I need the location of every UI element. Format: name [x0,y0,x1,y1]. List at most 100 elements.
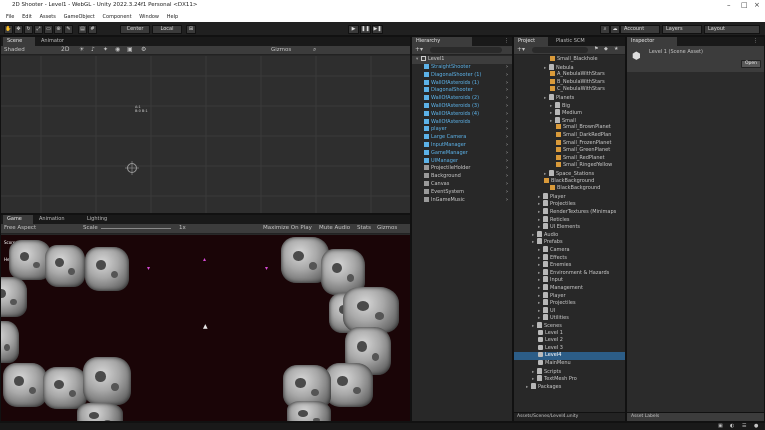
audio-toggle-icon[interactable]: ♪ [91,46,95,53]
hidden-objects-icon[interactable]: ◉ [115,46,120,53]
rotate-tool-icon[interactable]: ↻ [24,25,33,34]
layers-dropdown[interactable]: Layers [662,25,702,34]
minimize-icon[interactable]: – [727,1,731,9]
progress-icon[interactable]: ▣ [718,423,723,429]
stats-toggle[interactable]: Stats [357,225,371,231]
chevron-right-icon[interactable]: › [506,142,508,150]
grid-snap-icon[interactable]: # [88,25,97,34]
chevron-right-icon[interactable]: › [506,189,508,197]
menu-edit[interactable]: Edit [22,12,32,22]
hierarchy-item[interactable]: DiagonalShooter (1) › [412,71,512,80]
game-gizmos-toggle[interactable]: Gizmos [377,225,397,231]
snap-icon[interactable]: ⊞ [186,25,196,34]
chevron-right-icon[interactable]: › [506,95,508,103]
game-viewport[interactable]: Score Health ▾ ▴ ▾ ▲ [1,235,410,421]
tab-project[interactable]: Project [514,37,548,46]
scene-tools-icon[interactable]: ⚙ [141,46,146,53]
notification-icon[interactable]: ● [754,423,758,429]
menu-help[interactable]: Help [167,12,178,22]
tab-plastic-scm[interactable]: Plastic SCM [552,37,612,46]
hierarchy-item[interactable]: player › [412,126,512,134]
tab-game[interactable]: Game [3,215,33,224]
chevron-right-icon[interactable]: › [506,150,508,158]
scene-canvas[interactable] [1,56,410,213]
custom-tool-icon[interactable]: ✎ [64,25,73,34]
create-add-icon[interactable]: +▾ [415,46,423,53]
aspect-dropdown[interactable]: Free Aspect [4,225,36,231]
hierarchy-item[interactable]: Canvas › [412,181,512,189]
chevron-right-icon[interactable]: › [506,64,508,72]
scale-tool-icon[interactable]: ⤢ [34,25,43,34]
chevron-right-icon[interactable]: › [506,197,508,205]
hierarchy-item[interactable]: WallOfAsteroids (2) › [412,95,512,103]
cloud-icon[interactable]: ☁ [610,25,620,34]
hierarchy-item[interactable]: WallOfAsteroids (3) › [412,103,512,111]
hierarchy-item[interactable]: WallOfAsteroids (1) › [412,79,512,88]
menu-component[interactable]: Component [103,12,132,22]
project-folder[interactable]: ▸ Packages [514,382,625,391]
hierarchy-item[interactable]: InGameMusic › [412,196,512,205]
label-icon[interactable]: ◆ [604,46,608,52]
hierarchy-root[interactable]: ▾ Level1 [412,56,512,64]
chevron-right-icon[interactable]: › [506,158,508,166]
hierarchy-search-input[interactable] [430,47,502,53]
move-tool-icon[interactable]: ✥ [14,25,23,34]
inspector-menu-icon[interactable]: ⋮ [753,38,758,44]
rect-tool-icon[interactable]: ▭ [44,25,53,34]
tab-hierarchy[interactable]: Hierarchy [412,37,472,46]
editor-tool-icon[interactable]: ▤ [78,25,87,34]
hierarchy-item[interactable]: Large Camera › [412,134,512,142]
chevron-right-icon[interactable]: › [506,72,508,80]
effects-toggle-icon[interactable]: ✦ [103,46,108,53]
search-icon[interactable]: ⌕ [600,25,610,34]
transform-tool-icon[interactable]: ⊕ [54,25,63,34]
pivot-center-toggle[interactable]: Center [120,25,150,34]
close-icon[interactable]: × [754,1,760,9]
pivot-local-toggle[interactable]: Local [152,25,182,34]
scene-search-icon[interactable]: ⌕ [313,46,316,54]
hierarchy-item[interactable]: UIManager › [412,157,512,166]
chevron-right-icon[interactable]: › [506,119,508,127]
chevron-right-icon[interactable]: › [506,181,508,189]
tab-animation[interactable]: Animation [35,215,81,224]
2d-toggle-icon[interactable]: 2D [61,46,69,53]
collab-icon[interactable]: ◐ [730,423,734,429]
scene-camera-icon[interactable]: ▣ [127,46,133,53]
chevron-right-icon[interactable]: › [506,165,508,173]
lighting-toggle-icon[interactable]: ☀ [79,46,84,53]
hierarchy-item[interactable]: EventSystem › [412,188,512,197]
maximize-icon[interactable]: □ [741,1,748,9]
tab-lighting[interactable]: Lighting [83,215,123,224]
console-icon[interactable]: ☰ [742,423,746,429]
chevron-right-icon[interactable]: › [506,134,508,142]
scale-slider[interactable] [101,228,171,229]
hierarchy-item[interactable]: WallOfAsteroids › [412,118,512,127]
hierarchy-item[interactable]: DiagonalShooter › [412,87,512,95]
chevron-right-icon[interactable]: › [506,126,508,134]
chevron-right-icon[interactable]: › [506,87,508,95]
hierarchy-menu-icon[interactable]: ⋮ [504,38,509,44]
tab-scene[interactable]: Scene [3,37,35,46]
favorite-icon[interactable]: ★ [614,46,618,52]
chevron-right-icon[interactable]: › [506,103,508,111]
hierarchy-item[interactable]: GameManager › [412,149,512,158]
hierarchy-item[interactable]: Background › [412,173,512,181]
chevron-right-icon[interactable]: › [506,111,508,119]
step-button[interactable]: ▶❚ [372,25,383,34]
menu-assets[interactable]: Assets [40,12,56,22]
mute-audio-toggle[interactable]: Mute Audio [319,225,350,231]
hierarchy-item[interactable]: WallOfAsteroids (4) › [412,110,512,119]
pause-button[interactable]: ❚❚ [360,25,371,34]
hand-tool-icon[interactable]: ✋ [4,25,13,34]
hierarchy-item[interactable]: InputManager › [412,142,512,150]
project-search-input[interactable] [532,47,588,53]
hierarchy-item[interactable]: StraightShooter › [412,64,512,72]
chevron-right-icon[interactable]: › [506,80,508,88]
layout-dropdown[interactable]: Layout [704,25,760,34]
shading-mode-dropdown[interactable]: Shaded [4,47,25,53]
hierarchy-item[interactable]: ProjectileHolder › [412,165,512,173]
menu-gameobject[interactable]: GameObject [64,12,95,22]
account-dropdown[interactable]: Account [620,25,660,34]
tab-inspector[interactable]: Inspector [627,37,677,46]
menu-file[interactable]: File [6,12,14,22]
